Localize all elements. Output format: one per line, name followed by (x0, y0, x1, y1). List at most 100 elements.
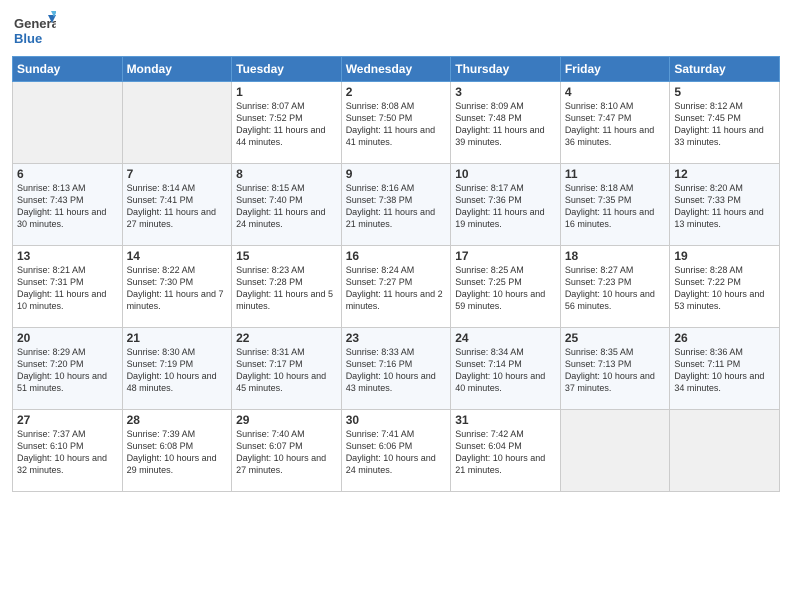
day-cell: 8Sunrise: 8:15 AM Sunset: 7:40 PM Daylig… (232, 164, 342, 246)
day-number: 18 (565, 249, 666, 263)
col-header-tuesday: Tuesday (232, 57, 342, 82)
day-info: Sunrise: 8:13 AM Sunset: 7:43 PM Dayligh… (17, 182, 118, 231)
day-number: 3 (455, 85, 556, 99)
day-cell: 24Sunrise: 8:34 AM Sunset: 7:14 PM Dayli… (451, 328, 561, 410)
day-cell: 7Sunrise: 8:14 AM Sunset: 7:41 PM Daylig… (122, 164, 232, 246)
week-row-1: 1Sunrise: 8:07 AM Sunset: 7:52 PM Daylig… (13, 82, 780, 164)
day-cell: 3Sunrise: 8:09 AM Sunset: 7:48 PM Daylig… (451, 82, 561, 164)
day-number: 14 (127, 249, 228, 263)
col-header-thursday: Thursday (451, 57, 561, 82)
day-number: 11 (565, 167, 666, 181)
day-cell: 20Sunrise: 8:29 AM Sunset: 7:20 PM Dayli… (13, 328, 123, 410)
header: General Blue (12, 10, 780, 50)
day-number: 23 (346, 331, 447, 345)
day-cell: 6Sunrise: 8:13 AM Sunset: 7:43 PM Daylig… (13, 164, 123, 246)
day-cell: 30Sunrise: 7:41 AM Sunset: 6:06 PM Dayli… (341, 410, 451, 492)
col-header-monday: Monday (122, 57, 232, 82)
day-cell: 12Sunrise: 8:20 AM Sunset: 7:33 PM Dayli… (670, 164, 780, 246)
day-info: Sunrise: 8:35 AM Sunset: 7:13 PM Dayligh… (565, 346, 666, 395)
day-number: 10 (455, 167, 556, 181)
day-number: 17 (455, 249, 556, 263)
day-info: Sunrise: 8:10 AM Sunset: 7:47 PM Dayligh… (565, 100, 666, 149)
day-number: 22 (236, 331, 337, 345)
header-row: SundayMondayTuesdayWednesdayThursdayFrid… (13, 57, 780, 82)
day-info: Sunrise: 8:14 AM Sunset: 7:41 PM Dayligh… (127, 182, 228, 231)
day-number: 13 (17, 249, 118, 263)
logo: General Blue (12, 10, 56, 50)
day-cell: 27Sunrise: 7:37 AM Sunset: 6:10 PM Dayli… (13, 410, 123, 492)
day-info: Sunrise: 8:34 AM Sunset: 7:14 PM Dayligh… (455, 346, 556, 395)
day-cell (560, 410, 670, 492)
day-number: 9 (346, 167, 447, 181)
day-number: 31 (455, 413, 556, 427)
col-header-saturday: Saturday (670, 57, 780, 82)
day-info: Sunrise: 8:23 AM Sunset: 7:28 PM Dayligh… (236, 264, 337, 313)
day-info: Sunrise: 8:33 AM Sunset: 7:16 PM Dayligh… (346, 346, 447, 395)
day-number: 6 (17, 167, 118, 181)
day-number: 8 (236, 167, 337, 181)
day-number: 15 (236, 249, 337, 263)
day-info: Sunrise: 7:37 AM Sunset: 6:10 PM Dayligh… (17, 428, 118, 477)
day-cell: 16Sunrise: 8:24 AM Sunset: 7:27 PM Dayli… (341, 246, 451, 328)
day-cell: 31Sunrise: 7:42 AM Sunset: 6:04 PM Dayli… (451, 410, 561, 492)
day-cell: 25Sunrise: 8:35 AM Sunset: 7:13 PM Dayli… (560, 328, 670, 410)
day-info: Sunrise: 8:27 AM Sunset: 7:23 PM Dayligh… (565, 264, 666, 313)
day-number: 2 (346, 85, 447, 99)
col-header-friday: Friday (560, 57, 670, 82)
day-number: 20 (17, 331, 118, 345)
day-info: Sunrise: 8:28 AM Sunset: 7:22 PM Dayligh… (674, 264, 775, 313)
svg-text:Blue: Blue (14, 31, 42, 46)
week-row-3: 13Sunrise: 8:21 AM Sunset: 7:31 PM Dayli… (13, 246, 780, 328)
day-cell: 23Sunrise: 8:33 AM Sunset: 7:16 PM Dayli… (341, 328, 451, 410)
day-cell: 21Sunrise: 8:30 AM Sunset: 7:19 PM Dayli… (122, 328, 232, 410)
day-info: Sunrise: 8:36 AM Sunset: 7:11 PM Dayligh… (674, 346, 775, 395)
day-cell: 26Sunrise: 8:36 AM Sunset: 7:11 PM Dayli… (670, 328, 780, 410)
day-cell: 22Sunrise: 8:31 AM Sunset: 7:17 PM Dayli… (232, 328, 342, 410)
week-row-2: 6Sunrise: 8:13 AM Sunset: 7:43 PM Daylig… (13, 164, 780, 246)
day-number: 1 (236, 85, 337, 99)
day-cell: 19Sunrise: 8:28 AM Sunset: 7:22 PM Dayli… (670, 246, 780, 328)
col-header-wednesday: Wednesday (341, 57, 451, 82)
day-number: 4 (565, 85, 666, 99)
day-cell (670, 410, 780, 492)
day-info: Sunrise: 7:40 AM Sunset: 6:07 PM Dayligh… (236, 428, 337, 477)
day-cell: 15Sunrise: 8:23 AM Sunset: 7:28 PM Dayli… (232, 246, 342, 328)
day-number: 21 (127, 331, 228, 345)
day-info: Sunrise: 8:30 AM Sunset: 7:19 PM Dayligh… (127, 346, 228, 395)
day-info: Sunrise: 8:25 AM Sunset: 7:25 PM Dayligh… (455, 264, 556, 313)
logo-svg: General Blue (12, 10, 56, 50)
day-info: Sunrise: 7:41 AM Sunset: 6:06 PM Dayligh… (346, 428, 447, 477)
day-number: 16 (346, 249, 447, 263)
day-cell: 10Sunrise: 8:17 AM Sunset: 7:36 PM Dayli… (451, 164, 561, 246)
calendar-table: SundayMondayTuesdayWednesdayThursdayFrid… (12, 56, 780, 492)
day-number: 28 (127, 413, 228, 427)
col-header-sunday: Sunday (13, 57, 123, 82)
day-number: 29 (236, 413, 337, 427)
day-info: Sunrise: 8:16 AM Sunset: 7:38 PM Dayligh… (346, 182, 447, 231)
day-info: Sunrise: 8:18 AM Sunset: 7:35 PM Dayligh… (565, 182, 666, 231)
day-info: Sunrise: 8:15 AM Sunset: 7:40 PM Dayligh… (236, 182, 337, 231)
day-info: Sunrise: 8:12 AM Sunset: 7:45 PM Dayligh… (674, 100, 775, 149)
day-info: Sunrise: 7:42 AM Sunset: 6:04 PM Dayligh… (455, 428, 556, 477)
day-cell: 13Sunrise: 8:21 AM Sunset: 7:31 PM Dayli… (13, 246, 123, 328)
day-cell: 29Sunrise: 7:40 AM Sunset: 6:07 PM Dayli… (232, 410, 342, 492)
day-cell: 14Sunrise: 8:22 AM Sunset: 7:30 PM Dayli… (122, 246, 232, 328)
day-cell: 9Sunrise: 8:16 AM Sunset: 7:38 PM Daylig… (341, 164, 451, 246)
day-number: 26 (674, 331, 775, 345)
day-number: 25 (565, 331, 666, 345)
day-number: 12 (674, 167, 775, 181)
day-number: 5 (674, 85, 775, 99)
day-info: Sunrise: 8:22 AM Sunset: 7:30 PM Dayligh… (127, 264, 228, 313)
day-info: Sunrise: 7:39 AM Sunset: 6:08 PM Dayligh… (127, 428, 228, 477)
day-number: 24 (455, 331, 556, 345)
day-info: Sunrise: 8:08 AM Sunset: 7:50 PM Dayligh… (346, 100, 447, 149)
day-cell: 28Sunrise: 7:39 AM Sunset: 6:08 PM Dayli… (122, 410, 232, 492)
day-info: Sunrise: 8:21 AM Sunset: 7:31 PM Dayligh… (17, 264, 118, 313)
day-info: Sunrise: 8:17 AM Sunset: 7:36 PM Dayligh… (455, 182, 556, 231)
day-cell: 5Sunrise: 8:12 AM Sunset: 7:45 PM Daylig… (670, 82, 780, 164)
day-number: 19 (674, 249, 775, 263)
day-cell (122, 82, 232, 164)
day-cell: 4Sunrise: 8:10 AM Sunset: 7:47 PM Daylig… (560, 82, 670, 164)
page-container: General Blue SundayMondayTuesdayWednesda… (0, 0, 792, 500)
day-cell: 18Sunrise: 8:27 AM Sunset: 7:23 PM Dayli… (560, 246, 670, 328)
